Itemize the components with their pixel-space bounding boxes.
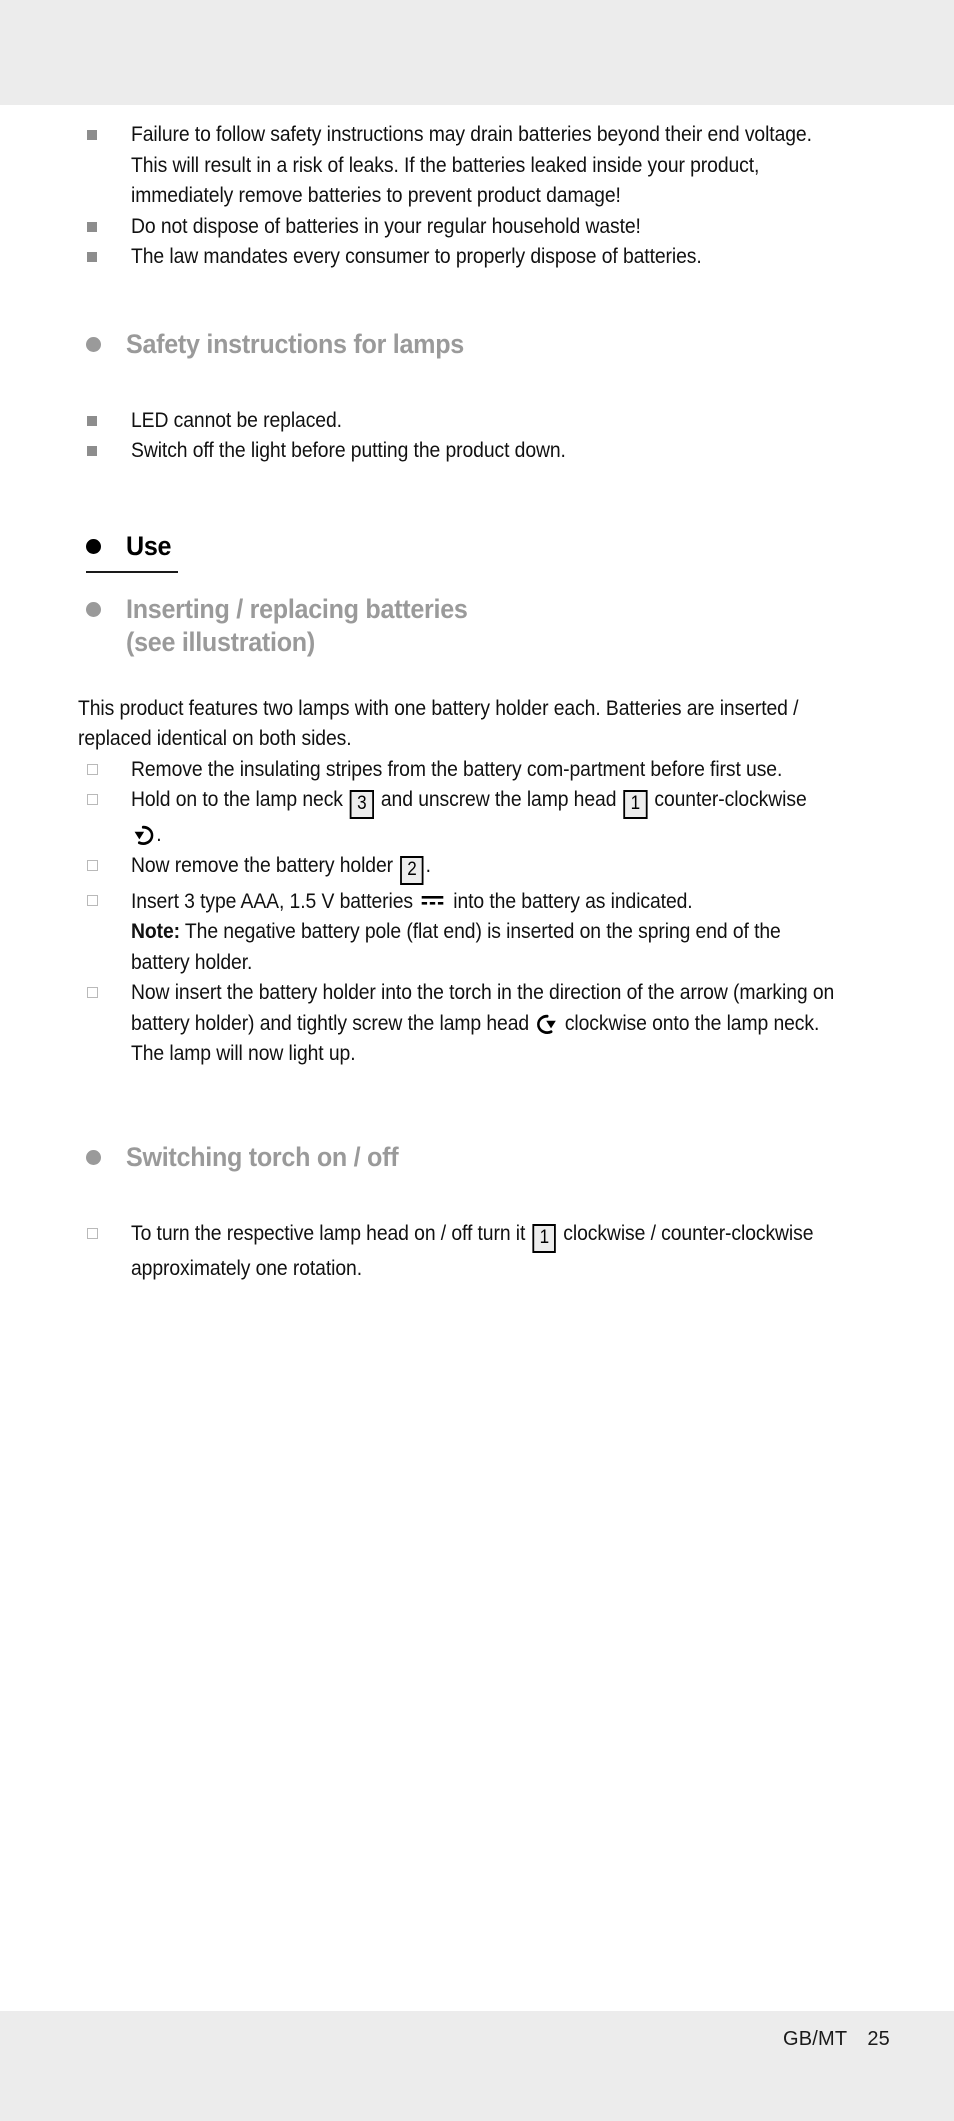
- heading-switching-torch-on-off: Switching torch on / off: [78, 1141, 914, 1174]
- step-text-fragment: into the battery as indicated.: [447, 888, 693, 913]
- heading-text-line1: Inserting / replacing batteries: [126, 593, 468, 624]
- list-item-text: Insert 3 type AAA, 1.5 V batteries into …: [131, 885, 836, 978]
- checkbox-bullet-icon: [87, 894, 98, 906]
- checkbox-bullet-icon: [87, 794, 98, 805]
- bullet-dot-icon: [86, 601, 101, 617]
- manual-page: Failure to follow safety instructions ma…: [0, 0, 954, 2121]
- list-item-text: Hold on to the lamp neck 3 and unscrew t…: [131, 784, 836, 850]
- footer-locale: GB/MT: [783, 2028, 848, 2050]
- battery-warnings-list: Failure to follow safety instructions ma…: [0, 119, 954, 272]
- list-item: To turn the respective lamp head on / of…: [78, 1218, 914, 1284]
- inserting-intro-paragraph: This product features two lamps with one…: [0, 693, 954, 754]
- square-bullet-icon: [87, 415, 97, 426]
- bullet-dot-icon: [86, 336, 101, 352]
- list-item: Now remove the battery holder 2.: [78, 850, 914, 885]
- note-text: The negative battery pole (flat end) is …: [131, 919, 781, 974]
- page-content: Failure to follow safety instructions ma…: [0, 105, 954, 1283]
- list-item: Remove the insulating stripes from the b…: [78, 754, 914, 785]
- lamp-safety-list: LED cannot be replaced. Switch off the l…: [0, 405, 954, 466]
- list-item-text: Remove the insulating stripes from the b…: [131, 756, 783, 781]
- square-bullet-icon: [87, 446, 97, 456]
- step-text-fragment: Hold on to the lamp neck: [131, 787, 349, 811]
- heading-safety-instructions-for-lamps: Safety instructions for lamps: [78, 328, 914, 361]
- step-text-fragment: counter-clockwise: [649, 787, 807, 811]
- list-item: The law mandates every consumer to prope…: [78, 241, 914, 272]
- list-item-text: LED cannot be replaced.: [131, 407, 342, 432]
- bullet-dot-icon: [86, 1149, 101, 1165]
- step-text-fragment: Insert 3 type AAA, 1.5 V batteries: [131, 888, 419, 913]
- footer: GB/MT 25: [783, 2028, 890, 2051]
- checkbox-bullet-icon: [87, 987, 98, 998]
- step-text-fragment: Now remove the battery holder: [131, 852, 399, 877]
- list-item-text: To turn the respective lamp head on / of…: [131, 1218, 836, 1284]
- footer-page-number: 25: [867, 2028, 890, 2050]
- step-text-fragment: .: [425, 852, 431, 877]
- inserting-steps-list: Remove the insulating stripes from the b…: [0, 754, 954, 1069]
- list-item: Failure to follow safety instructions ma…: [78, 119, 914, 211]
- reference-number-box: 3: [349, 790, 374, 819]
- rotate-clockwise-icon: [536, 1013, 558, 1035]
- heading-text: Safety instructions for lamps: [126, 328, 464, 359]
- list-item-text: Do not dispose of batteries in your regu…: [131, 213, 641, 238]
- step-text-fragment: and unscrew the lamp head: [375, 787, 622, 811]
- list-item-text: Now insert the battery holder into the t…: [131, 977, 836, 1069]
- reference-number-box: 1: [532, 1223, 557, 1253]
- paragraph-text: This product features two lamps with one…: [78, 695, 799, 751]
- switching-steps-list: To turn the respective lamp head on / of…: [0, 1218, 954, 1284]
- list-item: LED cannot be replaced.: [78, 405, 914, 436]
- checkbox-bullet-icon: [87, 1227, 98, 1239]
- note-label: Note:: [131, 919, 180, 943]
- direct-current-icon: [421, 885, 444, 905]
- square-bullet-icon: [87, 252, 97, 262]
- list-item-text: The law mandates every consumer to prope…: [131, 244, 702, 268]
- reference-number-box: 2: [400, 855, 424, 885]
- heading-text: Use: [126, 530, 172, 561]
- heading-text: Switching torch on / off: [126, 1141, 399, 1172]
- list-item: Insert 3 type AAA, 1.5 V batteries into …: [78, 885, 914, 978]
- reference-number-box: 1: [623, 790, 648, 819]
- bullet-dot-icon: [86, 538, 101, 554]
- page-header-band: [0, 0, 954, 105]
- step-text-fragment: .: [156, 822, 162, 846]
- heading-text-line2: (see illustration): [126, 626, 315, 657]
- heading-inserting-replacing-batteries: Inserting / replacing batteries (see ill…: [78, 593, 914, 659]
- step-text-fragment: To turn the respective lamp head on / of…: [131, 1220, 531, 1245]
- checkbox-bullet-icon: [87, 859, 98, 871]
- list-item: Do not dispose of batteries in your regu…: [78, 211, 914, 242]
- list-item-text: Failure to follow safety instructions ma…: [131, 122, 812, 207]
- heading-use: Use: [78, 530, 914, 563]
- list-item: Hold on to the lamp neck 3 and unscrew t…: [78, 784, 914, 850]
- square-bullet-icon: [87, 221, 97, 232]
- list-item-text: Now remove the battery holder 2.: [131, 850, 836, 885]
- list-item: Switch off the light before putting the …: [78, 435, 914, 466]
- checkbox-bullet-icon: [87, 763, 98, 775]
- list-item: Now insert the battery holder into the t…: [78, 977, 914, 1069]
- list-item-text: Switch off the light before putting the …: [131, 438, 566, 462]
- square-bullet-icon: [87, 130, 97, 140]
- rotate-counter-clockwise-icon: [133, 824, 155, 846]
